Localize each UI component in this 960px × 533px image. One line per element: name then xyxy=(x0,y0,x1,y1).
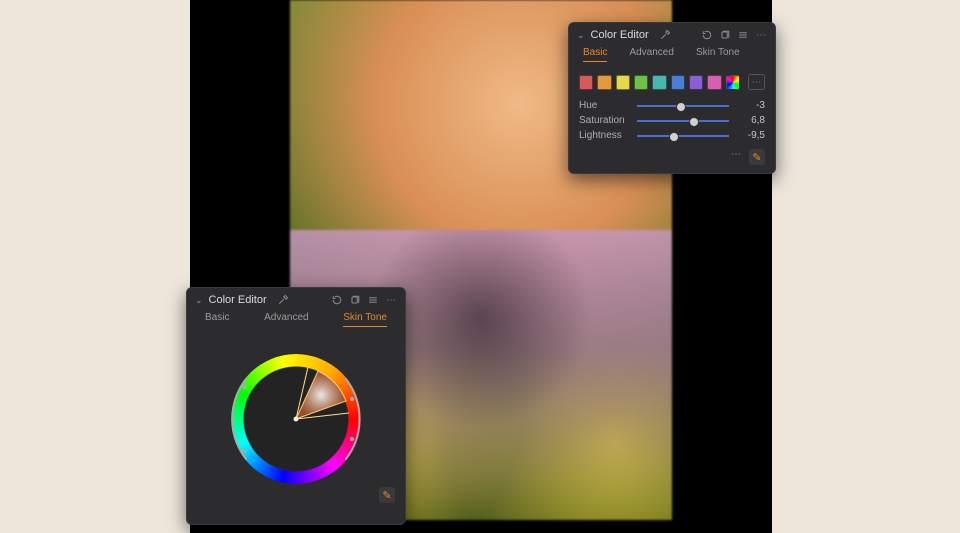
panel-footer: ✎ xyxy=(379,487,395,503)
app-viewport: ⌄ Color Editor ⋯ Basic Advanced Skin Ton… xyxy=(190,0,772,533)
wheel-center-handle[interactable] xyxy=(294,417,299,422)
saturation-value[interactable]: 6,8 xyxy=(737,115,765,126)
add-swatch-button[interactable]: ⋯ xyxy=(748,74,765,90)
lightness-label: Lightness xyxy=(579,130,629,141)
saturation-slider[interactable] xyxy=(637,116,729,126)
collapse-chevron-icon[interactable]: ⌄ xyxy=(195,295,203,306)
tab-advanced[interactable]: Advanced xyxy=(629,47,673,62)
more-icon[interactable]: ⋯ xyxy=(755,29,767,41)
menu-bars-icon[interactable] xyxy=(367,294,379,306)
swatch-orange[interactable] xyxy=(597,75,611,90)
swatch-yellow[interactable] xyxy=(616,75,630,90)
reset-icon[interactable] xyxy=(701,29,713,41)
panel-footer: ⋯ ✎ xyxy=(569,143,775,165)
panel-title: Color Editor xyxy=(209,294,267,306)
lightness-value[interactable]: -9,5 xyxy=(737,130,765,141)
eyedropper-icon[interactable] xyxy=(277,294,289,306)
saturation-slider-row: Saturation 6,8 xyxy=(569,113,775,128)
swatch-all-colors-icon[interactable] xyxy=(726,75,740,90)
hue-slider-row: Hue -3 xyxy=(569,98,775,113)
panel-title: Color Editor xyxy=(591,29,649,41)
copy-icon[interactable] xyxy=(349,294,361,306)
lightness-slider-row: Lightness -9,5 xyxy=(569,128,775,143)
panel-header: ⌄ Color Editor ⋯ xyxy=(187,288,405,310)
footer-more-icon[interactable]: ⋯ xyxy=(731,149,743,165)
swatch-magenta[interactable] xyxy=(707,75,721,90)
tab-basic[interactable]: Basic xyxy=(583,47,607,62)
color-editor-tabs: Basic Advanced Skin Tone xyxy=(187,310,405,329)
swatch-green[interactable] xyxy=(634,75,648,90)
hue-slider[interactable] xyxy=(637,101,729,111)
eyedropper-icon[interactable] xyxy=(659,29,671,41)
skin-tone-wheel[interactable]: ✎ xyxy=(187,329,405,509)
tab-basic[interactable]: Basic xyxy=(205,312,229,327)
copy-icon[interactable] xyxy=(719,29,731,41)
color-editor-skin-tone-panel: ⌄ Color Editor ⋯ Basic Advanced Skin Ton… xyxy=(186,287,406,525)
tab-skin-tone[interactable]: Skin Tone xyxy=(343,312,387,327)
hue-value[interactable]: -3 xyxy=(737,100,765,111)
reset-icon[interactable] xyxy=(331,294,343,306)
lightness-slider[interactable] xyxy=(637,131,729,141)
menu-bars-icon[interactable] xyxy=(737,29,749,41)
panel-header: ⌄ Color Editor ⋯ xyxy=(569,23,775,45)
color-editor-basic-panel: ⌄ Color Editor ⋯ Basic Advanced Skin Ton… xyxy=(568,22,776,174)
swatch-purple[interactable] xyxy=(689,75,703,90)
swatch-red[interactable] xyxy=(579,75,593,90)
mask-brush-icon[interactable]: ✎ xyxy=(379,487,395,503)
color-swatch-row: ⋯ xyxy=(569,68,775,98)
mask-brush-icon[interactable]: ✎ xyxy=(749,149,765,165)
collapse-chevron-icon[interactable]: ⌄ xyxy=(577,30,585,41)
hue-label: Hue xyxy=(579,100,629,111)
tab-advanced[interactable]: Advanced xyxy=(264,312,308,327)
swatch-blue[interactable] xyxy=(671,75,685,90)
more-icon[interactable]: ⋯ xyxy=(385,294,397,306)
swatch-cyan[interactable] xyxy=(652,75,666,90)
color-editor-tabs: Basic Advanced Skin Tone xyxy=(569,45,775,68)
tab-skin-tone[interactable]: Skin Tone xyxy=(696,47,740,62)
saturation-label: Saturation xyxy=(579,115,629,126)
